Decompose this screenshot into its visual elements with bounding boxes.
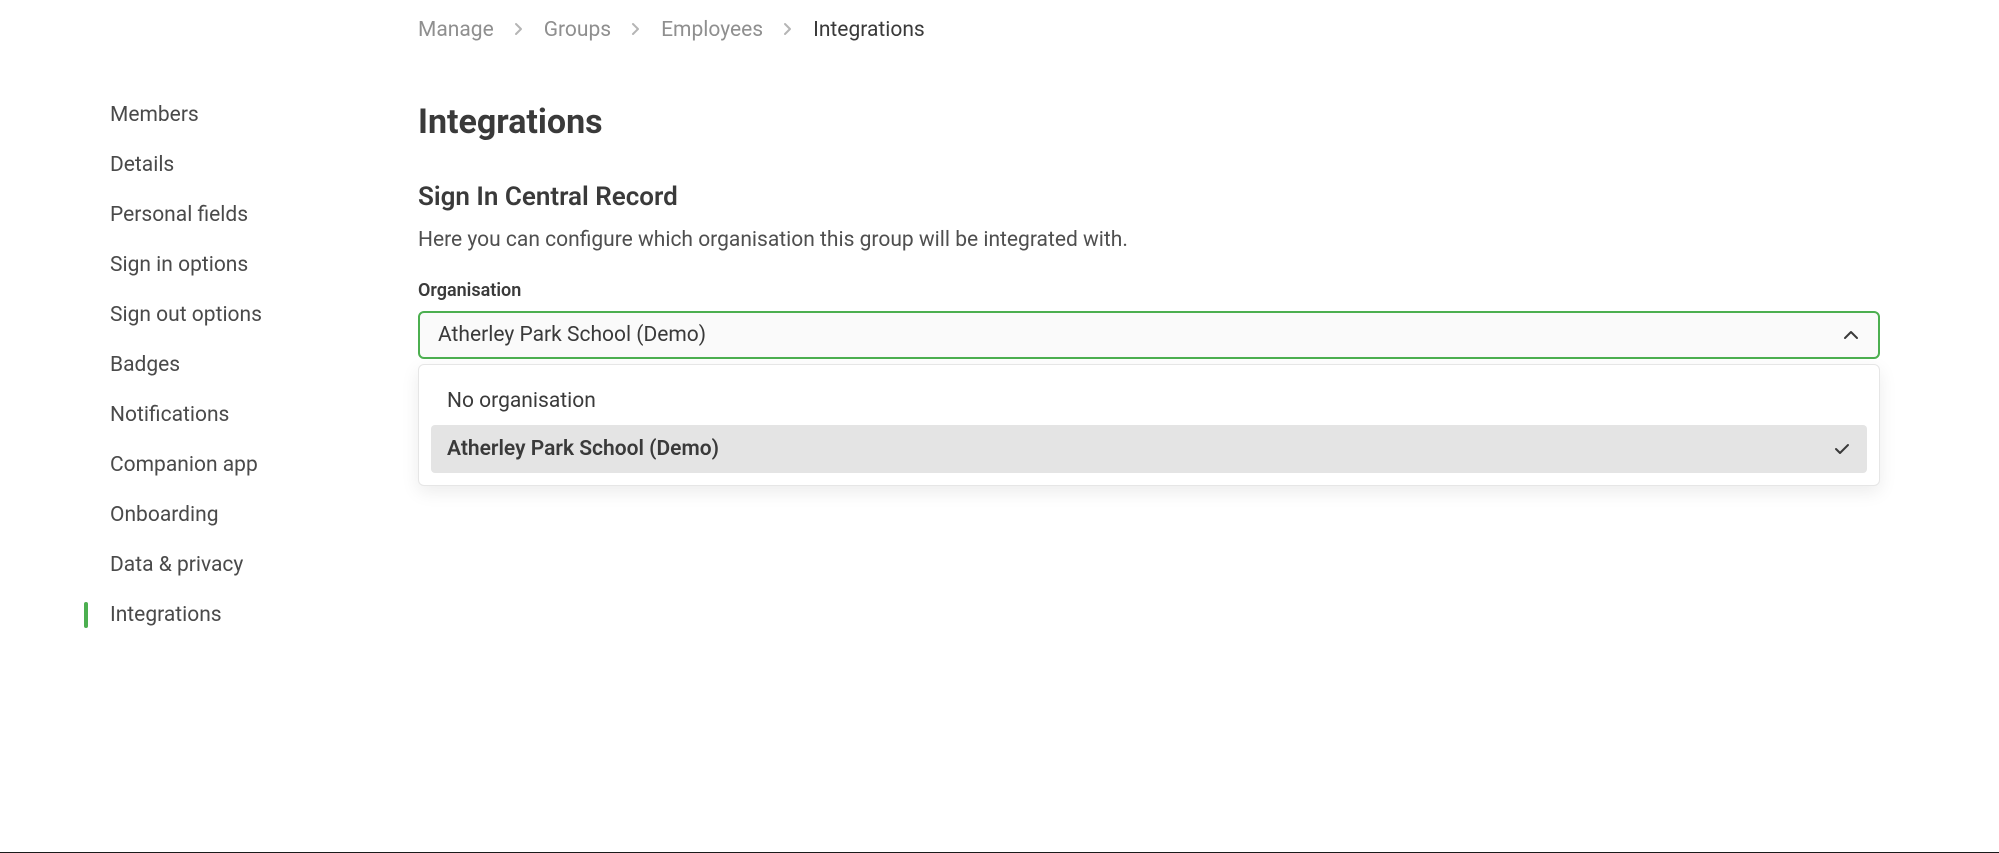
sidebar-item-label: Integrations bbox=[110, 603, 222, 627]
sidebar-item-sign-out-options[interactable]: Sign out options bbox=[84, 290, 410, 340]
sidebar-item-members[interactable]: Members bbox=[84, 90, 410, 140]
organisation-selected-value: Atherley Park School (Demo) bbox=[438, 323, 706, 347]
organisation-option-none[interactable]: No organisation bbox=[431, 377, 1867, 425]
sidebar-item-data-privacy[interactable]: Data & privacy bbox=[84, 540, 410, 590]
organisation-select[interactable]: Atherley Park School (Demo) bbox=[418, 311, 1880, 359]
chevron-right-icon bbox=[783, 21, 793, 40]
sidebar-item-label: Badges bbox=[110, 353, 180, 377]
organisation-label: Organisation bbox=[418, 280, 1880, 301]
sidebar-item-label: Companion app bbox=[110, 453, 258, 477]
dropdown-item-label: No organisation bbox=[447, 389, 596, 413]
chevron-right-icon bbox=[514, 21, 524, 40]
organisation-option-atherley[interactable]: Atherley Park School (Demo) bbox=[431, 425, 1867, 473]
breadcrumb-integrations: Integrations bbox=[813, 18, 925, 42]
chevron-up-icon bbox=[1842, 326, 1860, 344]
sidebar-item-label: Personal fields bbox=[110, 203, 248, 227]
breadcrumb-groups[interactable]: Groups bbox=[544, 18, 611, 42]
breadcrumb-employees[interactable]: Employees bbox=[661, 18, 763, 42]
section-description: Here you can configure which organisatio… bbox=[418, 228, 1880, 252]
sidebar-item-label: Sign out options bbox=[110, 303, 262, 327]
main-content: Manage Groups Employees Integrations Int… bbox=[410, 0, 1940, 853]
organisation-select-wrapper: Atherley Park School (Demo) No organisat… bbox=[418, 311, 1880, 359]
organisation-dropdown: No organisation Atherley Park School (De… bbox=[418, 364, 1880, 486]
check-icon bbox=[1833, 440, 1851, 458]
sidebar-item-label: Data & privacy bbox=[110, 553, 243, 577]
breadcrumb-manage[interactable]: Manage bbox=[418, 18, 494, 42]
chevron-right-icon bbox=[631, 21, 641, 40]
sidebar: Members Details Personal fields Sign in … bbox=[0, 0, 410, 853]
sidebar-item-details[interactable]: Details bbox=[84, 140, 410, 190]
breadcrumb: Manage Groups Employees Integrations bbox=[418, 18, 1880, 42]
sidebar-item-onboarding[interactable]: Onboarding bbox=[84, 490, 410, 540]
sidebar-item-notifications[interactable]: Notifications bbox=[84, 390, 410, 440]
sidebar-item-label: Sign in options bbox=[110, 253, 248, 277]
sidebar-item-badges[interactable]: Badges bbox=[84, 340, 410, 390]
sidebar-item-companion-app[interactable]: Companion app bbox=[84, 440, 410, 490]
sidebar-item-label: Notifications bbox=[110, 403, 229, 427]
sidebar-item-integrations[interactable]: Integrations bbox=[84, 590, 410, 640]
sidebar-item-sign-in-options[interactable]: Sign in options bbox=[84, 240, 410, 290]
sidebar-item-label: Onboarding bbox=[110, 503, 219, 527]
sidebar-item-label: Members bbox=[110, 103, 199, 127]
sidebar-item-personal-fields[interactable]: Personal fields bbox=[84, 190, 410, 240]
sidebar-item-label: Details bbox=[110, 153, 174, 177]
page-title: Integrations bbox=[418, 102, 1880, 142]
dropdown-item-label: Atherley Park School (Demo) bbox=[447, 437, 719, 461]
section-title: Sign In Central Record bbox=[418, 182, 1880, 212]
